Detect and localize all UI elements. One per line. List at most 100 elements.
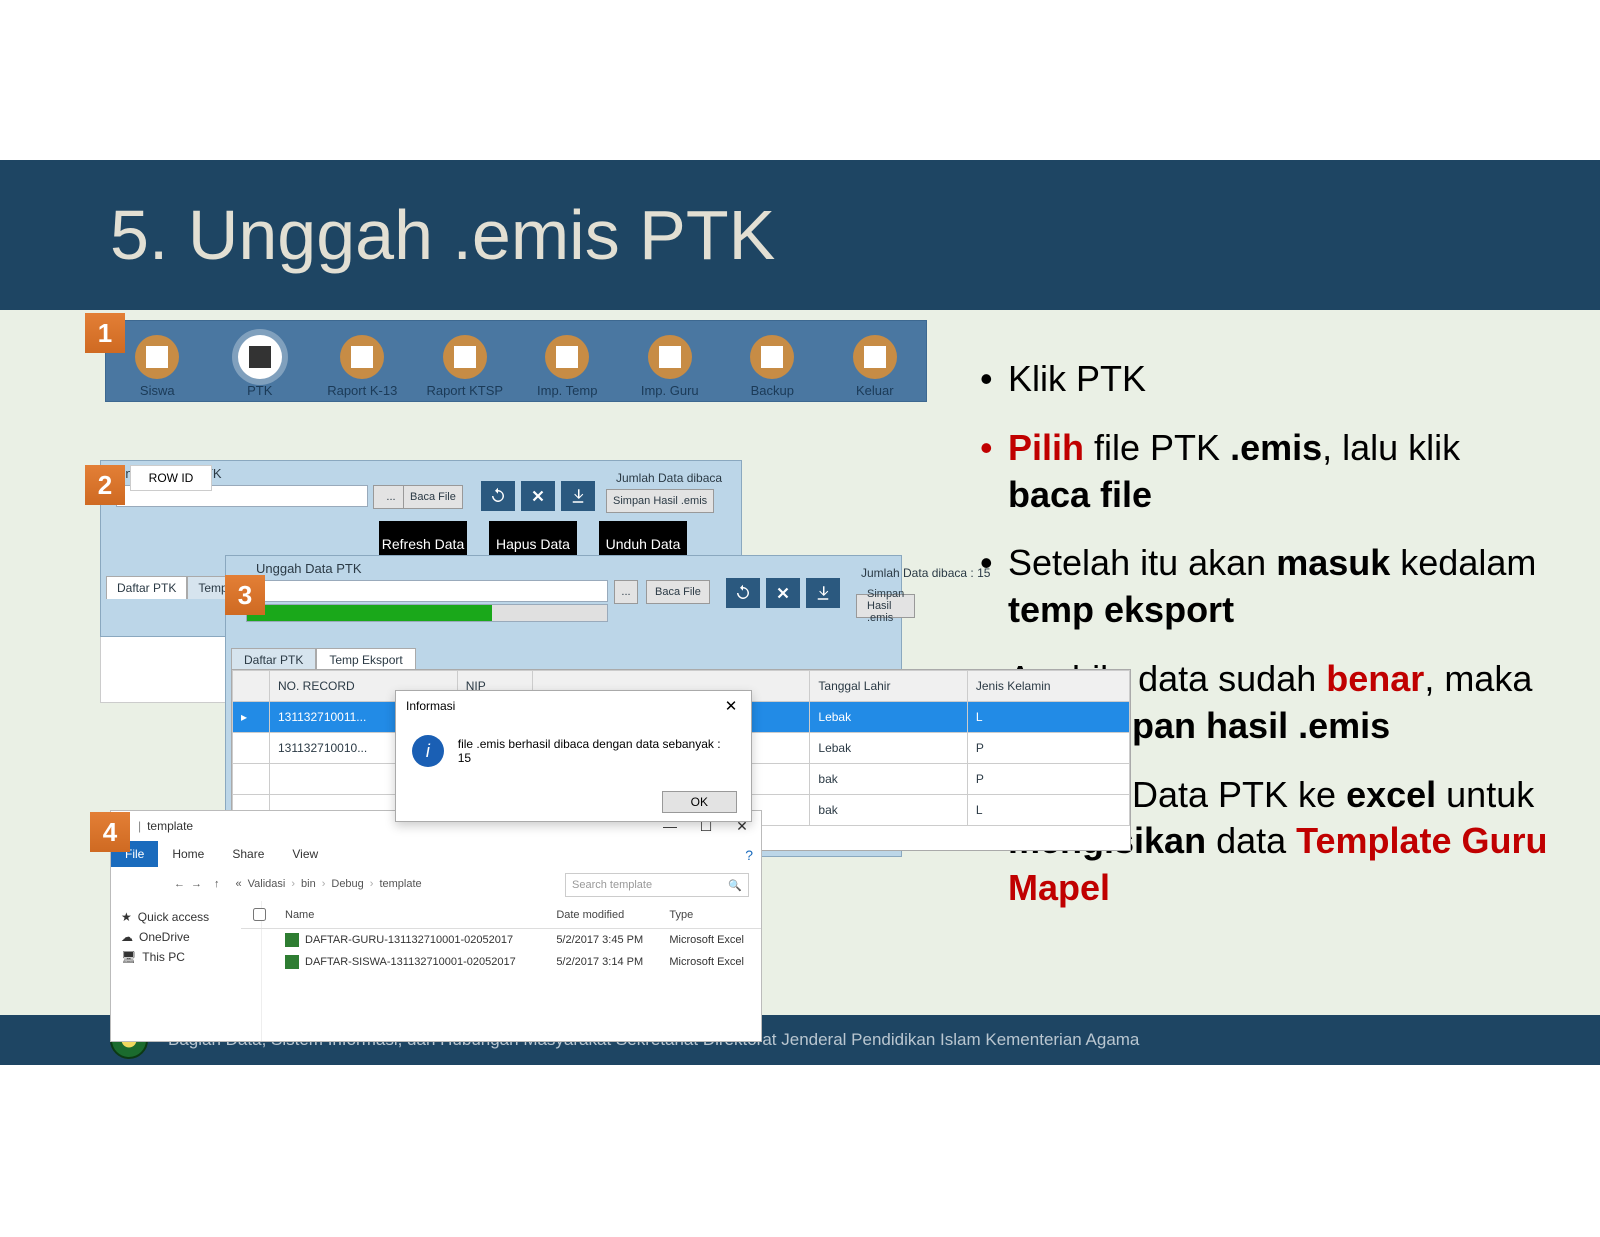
- search-input[interactable]: Search template 🔍: [565, 873, 749, 897]
- menu-share[interactable]: Share: [218, 847, 278, 861]
- star-icon: ★: [121, 910, 132, 924]
- refresh-button[interactable]: [481, 481, 515, 511]
- cloud-icon: [750, 335, 794, 379]
- excel-icon: [285, 955, 299, 969]
- simpan-button[interactable]: Simpan Hasil .emis: [606, 489, 714, 513]
- tab-temp-eksport[interactable]: Temp Eksport: [316, 648, 415, 671]
- app-toolbar: Siswa PTK Raport K-13 Raport KTSP Imp. T…: [105, 320, 927, 402]
- search-icon: 🔍: [728, 879, 742, 892]
- col-date[interactable]: Date modified: [548, 901, 661, 929]
- form3-tabs: Daftar PTK Temp Eksport: [231, 648, 416, 671]
- person-icon: [648, 335, 692, 379]
- slide: 5. Unggah .emis PTK 1 2 3 4 Siswa PTK Ra…: [0, 160, 1600, 1065]
- col-type[interactable]: Type: [661, 901, 761, 929]
- pencil-icon: [135, 335, 179, 379]
- file-row[interactable]: DAFTAR-GURU-131132710001-020520175/2/201…: [241, 929, 761, 952]
- upload-icon: [545, 335, 589, 379]
- bullet-item: Pilih file PTK .emis, lalu klik baca fil…: [980, 425, 1550, 519]
- sidebar-quick-access[interactable]: ★Quick access: [121, 907, 251, 927]
- pc-icon: 🖥: [121, 950, 136, 964]
- toolbar-imp-temp[interactable]: Imp. Temp: [516, 318, 619, 404]
- slide-title: 5. Unggah .emis PTK: [110, 195, 775, 275]
- notebook-icon: [238, 335, 282, 379]
- progress-fill: [247, 605, 492, 621]
- ok-button[interactable]: OK: [662, 791, 737, 813]
- breadcrumb-item[interactable]: bin: [298, 878, 319, 890]
- toolbar-label: Imp. Guru: [641, 383, 699, 398]
- menu-view[interactable]: View: [278, 847, 332, 861]
- file-row[interactable]: DAFTAR-SISWA-131132710001-020520175/2/20…: [241, 951, 761, 973]
- content-area: 1 2 3 4 Siswa PTK Raport K-13 Raport KTS…: [0, 310, 1600, 1015]
- toolbar-label: Keluar: [856, 383, 894, 398]
- menu-home[interactable]: Home: [158, 847, 218, 861]
- file-path-input[interactable]: [246, 580, 608, 602]
- cloud-icon: ☁: [121, 930, 133, 944]
- breadcrumb-item[interactable]: template: [376, 878, 424, 890]
- help-icon[interactable]: ?: [745, 847, 753, 863]
- book-icon: [340, 335, 384, 379]
- step-badge-1: 1: [85, 313, 125, 353]
- file-list: Name Date modified Type DAFTAR-GURU-1311…: [241, 901, 761, 1041]
- bullet-item: Setelah itu akan masuk kedalam temp eksp…: [980, 540, 1550, 634]
- col-name[interactable]: Name: [277, 901, 548, 929]
- browse-button[interactable]: ...: [614, 580, 638, 604]
- dialog-title: Informasi: [406, 699, 455, 713]
- col-tgl: Tanggal Lahir: [810, 671, 967, 702]
- form3-title: Unggah Data PTK: [256, 561, 362, 576]
- title-bar: 5. Unggah .emis PTK: [0, 160, 1600, 310]
- search-placeholder: Search template: [572, 879, 652, 891]
- info-icon: i: [412, 735, 444, 767]
- toolbar-keluar[interactable]: Keluar: [824, 318, 927, 404]
- excel-icon: [285, 933, 299, 947]
- ribbon-menu: File Home Share View: [111, 841, 332, 867]
- jumlah-label: Jumlah Data dibaca: [616, 471, 722, 485]
- toolbar-label: Siswa: [140, 383, 175, 398]
- step-badge-4: 4: [90, 812, 130, 852]
- bullet-item: Klik PTK: [980, 356, 1550, 403]
- exit-icon: [853, 335, 897, 379]
- tab-daftar-ptk[interactable]: Daftar PTK: [106, 576, 187, 599]
- dialog-body: i file .emis berhasil dibaca dengan data…: [396, 721, 751, 781]
- step-badge-3: 3: [225, 575, 265, 615]
- refresh-button[interactable]: [726, 578, 760, 608]
- file-explorer: 📁 | template — ☐ ✕ File Home Share View …: [110, 810, 762, 1042]
- download-button[interactable]: [806, 578, 840, 608]
- delete-button[interactable]: [766, 578, 800, 608]
- page: 5. Unggah .emis PTK 1 2 3 4 Siswa PTK Ra…: [0, 0, 1600, 1237]
- sidebar-this-pc[interactable]: 🖥This PC: [121, 947, 251, 967]
- rowid-header: ROW ID: [130, 465, 212, 491]
- breadcrumb-item[interactable]: Debug: [328, 878, 366, 890]
- explorer-sidebar: ★Quick access ☁OneDrive 🖥This PC: [111, 901, 262, 1041]
- toolbar-imp-guru[interactable]: Imp. Guru: [619, 318, 722, 404]
- toolbar-ptk[interactable]: PTK: [209, 318, 312, 404]
- toolbar-raport-ktsp[interactable]: Raport KTSP: [414, 318, 517, 404]
- simpan-button[interactable]: Simpan Hasil .emis: [856, 594, 915, 618]
- delete-button[interactable]: [521, 481, 555, 511]
- dialog-titlebar: Informasi ✕: [396, 691, 751, 721]
- dialog-message: file .emis berhasil dibaca dengan data s…: [458, 737, 735, 765]
- tab-daftar-ptk[interactable]: Daftar PTK: [231, 648, 316, 671]
- toolbar-label: Raport KTSP: [426, 383, 503, 398]
- sidebar-onedrive[interactable]: ☁OneDrive: [121, 927, 251, 947]
- baca-file-button[interactable]: Baca File: [646, 580, 710, 604]
- select-all-checkbox[interactable]: [253, 908, 266, 921]
- toolbar-backup[interactable]: Backup: [721, 318, 824, 404]
- download-button[interactable]: [561, 481, 595, 511]
- col-jk: Jenis Kelamin: [967, 671, 1129, 702]
- step-badge-2: 2: [85, 465, 125, 505]
- baca-file-button[interactable]: Baca File: [403, 485, 463, 509]
- info-dialog: Informasi ✕ i file .emis berhasil dibaca…: [395, 690, 752, 822]
- breadcrumb[interactable]: ←→↑ « Validasi› bin› Debug› template: [171, 873, 425, 895]
- toolbar-label: Raport K-13: [327, 383, 397, 398]
- col-marker: [233, 671, 270, 702]
- toolbar-raport-k13[interactable]: Raport K-13: [311, 318, 414, 404]
- breadcrumb-item[interactable]: Validasi: [245, 878, 289, 890]
- progress-bar: [246, 604, 608, 622]
- close-icon[interactable]: ✕: [721, 697, 741, 715]
- list-header-row: Name Date modified Type: [241, 901, 761, 929]
- toolbar-label: Imp. Temp: [537, 383, 597, 398]
- window-title: template: [147, 819, 193, 833]
- toolbar-label: PTK: [247, 383, 272, 398]
- jumlah-label: Jumlah Data dibaca : 15: [861, 566, 1031, 580]
- toolbar-label: Backup: [751, 383, 794, 398]
